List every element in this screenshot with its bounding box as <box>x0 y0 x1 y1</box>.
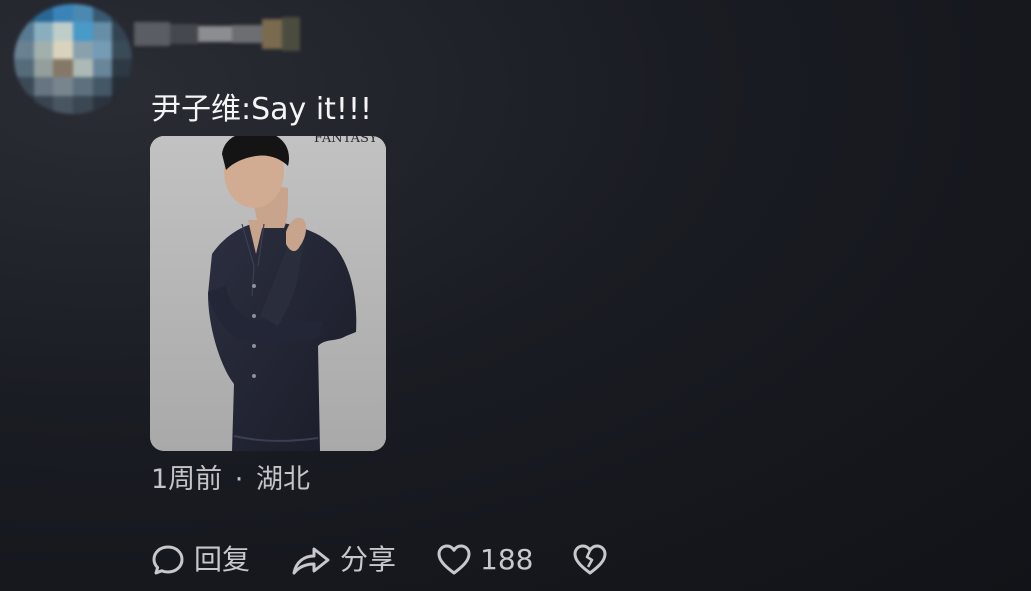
heart-icon <box>436 542 472 578</box>
magazine-text: FANTASY <box>314 136 378 146</box>
reply-button[interactable]: 回复 <box>150 538 290 582</box>
share-arrow-icon <box>290 542 332 578</box>
avatar[interactable] <box>14 4 132 114</box>
comment-image[interactable]: FANTASY <box>150 136 386 451</box>
comment-time: 1周前 <box>151 464 223 495</box>
like-count: 188 <box>480 543 534 576</box>
share-label: 分享 <box>340 543 397 576</box>
like-button[interactable]: 188 <box>436 538 572 582</box>
username[interactable] <box>134 14 300 54</box>
speech-bubble-icon <box>150 542 186 578</box>
comment-meta: 1周前 · 湖北 <box>151 462 310 498</box>
broken-heart-icon <box>572 542 608 578</box>
share-button[interactable]: 分享 <box>290 538 436 582</box>
meta-separator: · <box>234 464 244 495</box>
comment-actions: 回复 分享 188 <box>150 538 608 582</box>
comment-text: 尹子维:Say it!!! <box>151 92 373 127</box>
reply-label: 回复 <box>194 543 251 576</box>
comment-location: 湖北 <box>255 464 310 495</box>
dislike-button[interactable] <box>572 542 608 578</box>
